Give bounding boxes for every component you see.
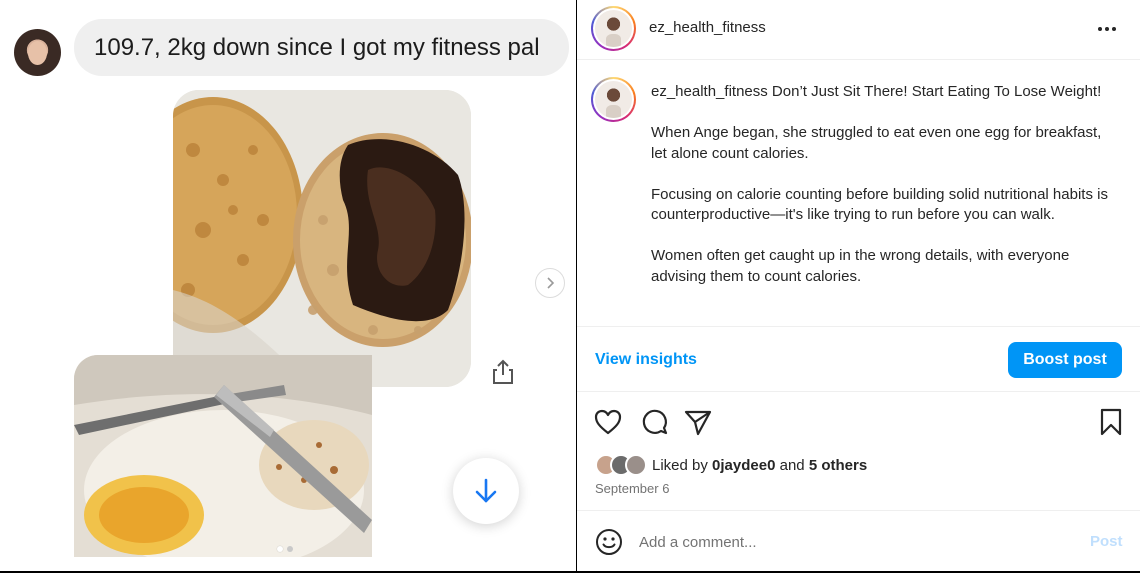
comment-icon[interactable] — [639, 407, 669, 437]
author-username[interactable]: ez_health_fitness — [649, 19, 766, 36]
post-media: 109.7, 2kg down since I got my fitness p… — [0, 0, 576, 571]
caption-text: ez_health_fitness Don’t Just Sit There! … — [651, 82, 1121, 308]
likes-text[interactable]: Liked by 0jaydee0 and 5 others — [652, 457, 867, 474]
chevron-right-icon[interactable] — [535, 268, 565, 298]
carousel-dots — [277, 546, 293, 552]
bookmark-icon[interactable] — [1096, 407, 1126, 437]
heart-icon[interactable] — [593, 407, 623, 437]
likes-row: Liked by 0jaydee0 and 5 others — [595, 453, 867, 477]
author-avatar[interactable] — [591, 6, 636, 51]
arrow-down-icon[interactable] — [453, 458, 519, 524]
post-actions: Liked by 0jaydee0 and 5 others September… — [577, 393, 1140, 511]
caption-first-line: Don’t Just Sit There! Start Eating To Lo… — [771, 83, 1102, 100]
liker-avatar[interactable] — [625, 454, 647, 476]
insights-bar: View insights Boost post — [577, 328, 1140, 392]
carousel-dot-active[interactable] — [277, 546, 283, 552]
emoji-icon[interactable] — [595, 528, 623, 556]
caption-username[interactable]: ez_health_fitness — [651, 83, 768, 100]
post-comment-button[interactable]: Post — [1090, 533, 1123, 550]
caption-avatar[interactable] — [591, 77, 636, 122]
caption-paragraph: Focusing on calorie counting before buil… — [651, 185, 1108, 224]
carousel-dot[interactable] — [287, 546, 293, 552]
caption-area: ez_health_fitness Don’t Just Sit There! … — [577, 61, 1140, 327]
share-icon[interactable] — [490, 358, 516, 386]
more-icon[interactable] — [1098, 20, 1118, 38]
likes-prefix: Liked by — [652, 456, 708, 474]
comment-row: Post — [577, 512, 1140, 571]
likes-user[interactable]: 0jaydee0 — [712, 457, 775, 474]
likes-joiner: and — [779, 456, 805, 474]
view-insights-link[interactable]: View insights — [595, 351, 697, 369]
crumpet-photo — [173, 90, 471, 387]
caption-paragraph: When Ange began, she struggled to eat ev… — [651, 124, 1102, 162]
boost-post-button[interactable]: Boost post — [1008, 342, 1122, 378]
caption-paragraph: Women often get caught up in the wrong d… — [651, 247, 1070, 285]
send-icon[interactable] — [683, 407, 713, 437]
likes-others[interactable]: 5 others — [809, 457, 867, 474]
comment-input[interactable] — [639, 530, 1079, 554]
sender-avatar — [14, 29, 61, 76]
post-panel: ez_health_fitness ez_health_fitness Don’… — [577, 0, 1140, 571]
egg-photo — [74, 355, 372, 557]
post-date: September 6 — [595, 481, 670, 496]
message-bubble: 109.7, 2kg down since I got my fitness p… — [74, 19, 569, 76]
post-header: ez_health_fitness — [577, 0, 1140, 60]
